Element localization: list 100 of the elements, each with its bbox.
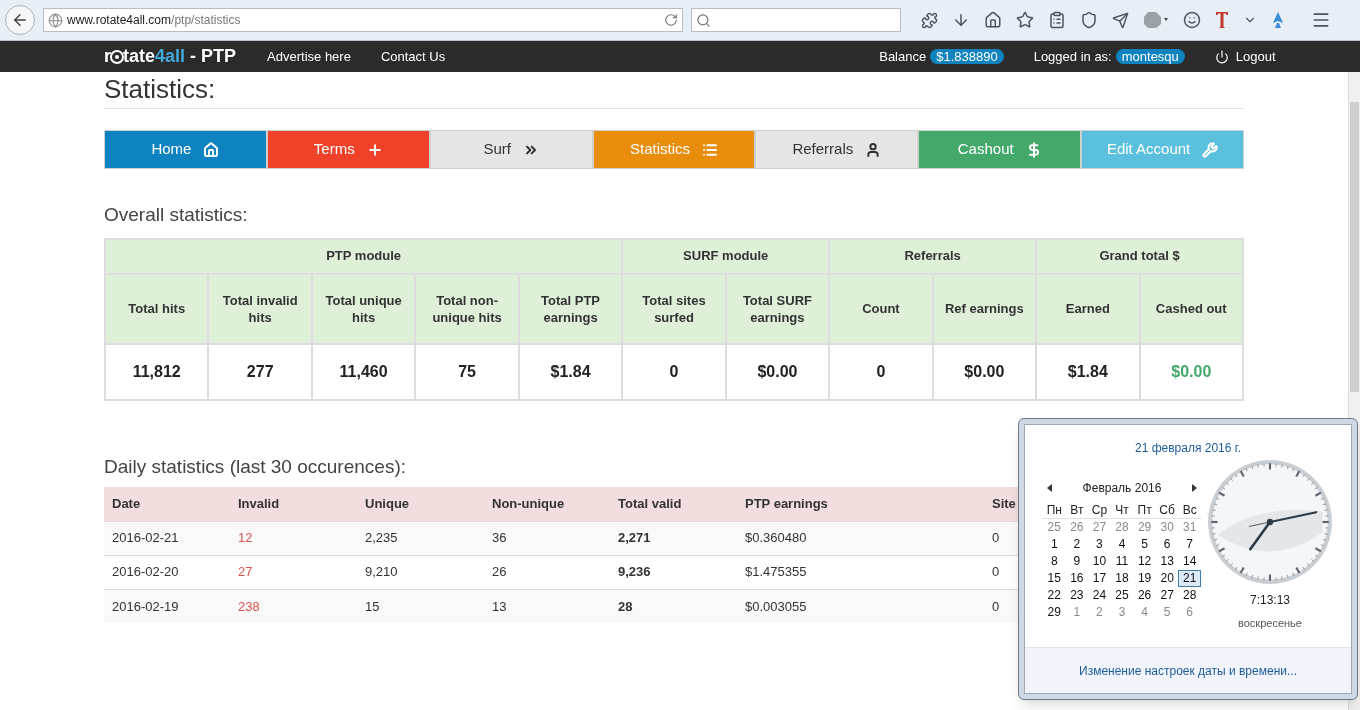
reload-icon[interactable] (664, 13, 678, 27)
wrench-icon (1202, 141, 1219, 158)
column-header: Unique (365, 496, 410, 511)
calendar-day[interactable]: 26 (1065, 519, 1089, 536)
calendar-day[interactable]: 25 (1043, 519, 1066, 536)
calendar-day[interactable]: 6 (1155, 536, 1179, 553)
clipboard-icon[interactable] (1048, 11, 1066, 29)
table-cell: 9,236 (618, 564, 651, 580)
nav-link[interactable]: Contact Us (380, 46, 446, 67)
weekday-label: Вт (1069, 503, 1085, 518)
weekday-text: воскресенье (1238, 616, 1302, 631)
table-cell: 2,235 (365, 530, 398, 546)
calendar-day[interactable]: 24 (1088, 587, 1111, 604)
column-header: Non-unique (492, 496, 565, 511)
previous-month-icon[interactable] (1047, 484, 1052, 492)
calendar-day[interactable]: 15 (1043, 570, 1066, 587)
globe-icon (48, 12, 63, 28)
calendar-day[interactable]: 8 (1043, 553, 1066, 570)
column-header: Total SURF earnings (725, 273, 830, 344)
calendar-day[interactable]: 21 (1178, 570, 1201, 587)
date-settings-link[interactable]: Изменение настроек даты и времени... (1079, 661, 1297, 680)
calendar-day[interactable]: 22 (1043, 587, 1066, 604)
calendar-day[interactable]: 30 (1155, 519, 1179, 536)
logged-in-label: Logged in as: (1033, 47, 1112, 66)
calendar-day[interactable]: 7 (1178, 536, 1201, 553)
calendar-day[interactable]: 3 (1088, 536, 1111, 553)
menu-tab[interactable]: Home (104, 130, 267, 169)
group-header: SURF module (622, 238, 830, 274)
next-month-icon[interactable] (1192, 484, 1197, 492)
calendar-day[interactable]: 31 (1178, 519, 1201, 536)
nav-link[interactable]: Advertise here (267, 46, 351, 67)
calendar-day[interactable]: 11 (1110, 553, 1134, 570)
star-icon[interactable] (1016, 11, 1034, 29)
site-logo[interactable]: r tate4all - PTP (104, 43, 237, 70)
table-cell: 28 (618, 598, 633, 614)
calendar-day[interactable]: 3 (1110, 604, 1134, 621)
calendar-day[interactable]: 29 (1043, 604, 1066, 621)
calendar-day[interactable]: 19 (1133, 570, 1156, 587)
calendar-day[interactable]: 2 (1065, 536, 1089, 553)
calendar-day[interactable]: 10 (1088, 553, 1111, 570)
plus-icon (366, 141, 383, 158)
weekday-label: Вс (1181, 503, 1198, 518)
table-cell: $1.84 (1036, 343, 1140, 400)
date-title[interactable]: 21 февраля 2016 г. (1043, 439, 1333, 457)
puzzle-icon[interactable] (921, 11, 938, 29)
column-header: Invalid (238, 496, 280, 511)
calendar-day[interactable]: 4 (1110, 536, 1134, 553)
table-cell: 2016-02-19 (112, 598, 179, 614)
weekday-label: Сб (1158, 503, 1176, 518)
calendar-day[interactable]: 25 (1110, 587, 1134, 604)
calendar-day[interactable]: 16 (1065, 570, 1089, 587)
list-icon (702, 141, 718, 158)
letter-t-icon[interactable] (1215, 11, 1229, 29)
table-cell: 15 (365, 598, 380, 614)
column-header: Earned (1036, 273, 1140, 344)
column-header: Total valid (618, 496, 682, 511)
balance-label: Balance (879, 47, 927, 66)
menu-tab[interactable]: Surf (429, 130, 593, 169)
home-icon[interactable] (984, 11, 1002, 29)
calendar-day[interactable]: 18 (1110, 570, 1134, 587)
send-icon[interactable] (1112, 11, 1129, 29)
table-cell: $1.84 (518, 343, 623, 400)
calendar-day[interactable]: 28 (1178, 587, 1201, 604)
column-header: Ref earnings (932, 273, 1037, 344)
month-title[interactable]: Февраль 2016 (1082, 479, 1162, 497)
table-cell: 277 (208, 343, 312, 400)
calendar-day[interactable]: 20 (1155, 570, 1179, 587)
calendar-day[interactable]: 17 (1088, 570, 1111, 587)
calendar-day[interactable]: 2 (1088, 604, 1111, 621)
back-button[interactable] (5, 5, 35, 35)
search-field[interactable] (691, 8, 901, 32)
address-bar[interactable]: www.rotate4all.com/ptp/statistics (43, 8, 683, 32)
search-icon (696, 12, 711, 28)
calendar-day[interactable]: 27 (1155, 587, 1179, 604)
shield-icon[interactable] (1080, 11, 1098, 29)
calendar-day[interactable]: 12 (1133, 553, 1156, 570)
table-cell: 26 (492, 564, 507, 580)
table-cell: 27 (238, 564, 253, 580)
table-cell: $0.360480 (745, 530, 807, 546)
menu-tab[interactable]: Referrals (755, 130, 919, 169)
figure-icon[interactable] (1271, 11, 1285, 29)
menu-tab[interactable]: Terms (266, 130, 430, 169)
calendar-day[interactable]: 14 (1178, 553, 1201, 570)
calendar-day[interactable]: 26 (1133, 587, 1156, 604)
calendar-day[interactable]: 13 (1155, 553, 1179, 570)
table-cell: $0.00 (1139, 343, 1243, 400)
calendar-day[interactable]: 1 (1043, 536, 1066, 553)
calendar-day[interactable]: 5 (1133, 536, 1156, 553)
column-header: Cashed out (1139, 273, 1243, 344)
calendar-day[interactable]: 28 (1110, 519, 1134, 536)
calendar-day[interactable]: 23 (1065, 587, 1089, 604)
section-title: Overall statistics: (104, 203, 249, 227)
smiley-icon[interactable] (1183, 11, 1201, 29)
download-icon[interactable] (952, 11, 970, 29)
calendar-day[interactable]: 6 (1178, 604, 1201, 621)
calendar-day[interactable]: 29 (1133, 519, 1156, 536)
table-cell: 238 (238, 598, 260, 614)
calendar-day[interactable]: 9 (1065, 553, 1089, 570)
logout-link[interactable]: Logout (1214, 46, 1276, 67)
menu-icon[interactable] (1311, 10, 1331, 30)
